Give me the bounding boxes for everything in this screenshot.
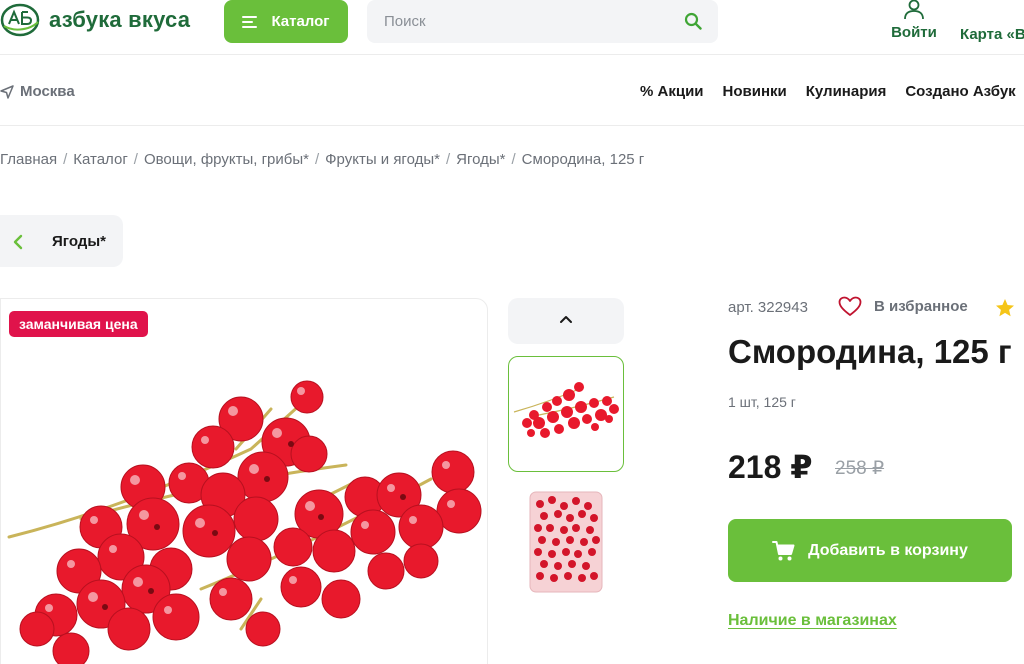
thumbnail-2[interactable] [508,484,624,600]
user-icon [904,0,924,19]
nav-new-items[interactable]: Новинки [723,83,787,100]
breadcrumb-item[interactable]: Каталог [73,151,128,168]
product-sku: арт. 322943 [728,299,808,316]
cart-icon [772,540,795,560]
old-price: 258 ₽ [835,458,885,479]
breadcrumb-item[interactable]: Главная [0,151,57,168]
add-to-cart-label: Добавить в корзину [808,541,968,559]
add-to-cart-button[interactable]: Добавить в корзину [728,519,1012,582]
search-input[interactable] [367,0,667,43]
favorites-label: В избранное [874,298,968,315]
chevron-up-icon [560,316,572,323]
star-icon[interactable] [994,298,1016,318]
current-price: 218 ₽ [728,449,813,485]
product-unit: 1 шт, 125 г [728,394,796,410]
breadcrumb-separator: / [511,151,516,168]
promo-badge: заманчивая цена [9,311,148,337]
currant-thumbnail-image [513,382,619,438]
city-label: Москва [20,83,75,100]
breadcrumb-separator: / [63,151,68,168]
sub-navigation: Москва % Акции Новинки Кулинария Создано… [0,56,1024,126]
menu-icon [242,15,258,28]
breadcrumb-separator: / [445,151,451,168]
catalog-button[interactable]: Каталог [224,0,348,43]
thumbnail-1[interactable] [508,356,624,472]
city-selector[interactable]: Москва [0,83,75,100]
back-label: Ягоды* [52,233,106,250]
add-to-favorites-button[interactable]: В избранное [838,296,968,317]
heart-icon [838,296,862,316]
breadcrumb-separator: / [133,151,138,168]
login-label: Войти [891,24,937,41]
nav-promotions[interactable]: % Акции [640,83,704,100]
search-icon[interactable] [684,12,702,30]
nav-cooking[interactable]: Кулинария [806,83,887,100]
chevron-left-icon [13,234,23,250]
logo-text: азбука вкуса [49,7,191,32]
nav-own-brand[interactable]: Создано Азбук [905,83,1015,100]
store-availability-link[interactable]: Наличие в магазинах [728,612,897,630]
breadcrumb-item[interactable]: Овощи, фрукты, грибы* [144,151,309,168]
site-header: азбука вкуса Каталог Войти Карта «В [0,0,1024,55]
loyalty-card-link[interactable]: Карта «В [960,26,1024,43]
back-to-category-button[interactable]: Ягоды* [0,215,123,267]
product-main-image[interactable] [0,298,488,664]
location-arrow-icon [0,84,14,99]
currant-image [7,380,482,664]
main-nav: % Акции Новинки Кулинария Создано Азбук [640,83,1024,100]
currant-package-thumbnail-image [529,491,603,593]
logo-icon [0,3,40,37]
search-bar [367,0,718,43]
catalog-button-label: Каталог [271,13,330,30]
login-button[interactable]: Войти [888,0,940,45]
breadcrumb: Главная / Каталог / Овощи, фрукты, грибы* / Фр… [0,151,644,168]
breadcrumb-item[interactable]: Ягоды* [456,151,505,168]
breadcrumb-item[interactable]: Фрукты и ягоды* [325,151,440,168]
breadcrumb-current: Смородина, 125 г [521,151,645,168]
thumbnails-up-button[interactable] [508,298,624,344]
product-title: Смородина, 125 г [728,333,1012,370]
logo[interactable]: азбука вкуса [0,2,190,38]
breadcrumb-separator: / [314,151,320,168]
